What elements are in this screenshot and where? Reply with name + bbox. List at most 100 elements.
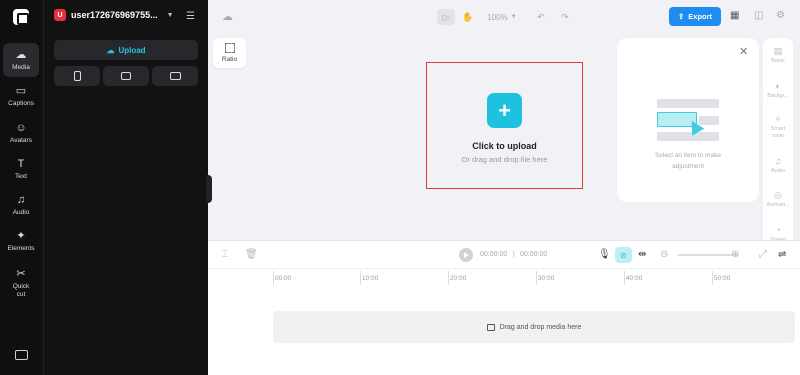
ratio-button[interactable]: Ratio [213,38,246,68]
speed-icon: ◔ [775,225,781,235]
split-icon[interactable]: ⌶ [222,249,228,260]
chevron-down-icon: ▼ [510,14,517,20]
sidebar-item-elements[interactable]: ✦ Elements [3,224,39,258]
app-logo-icon [13,9,29,25]
undo-icon[interactable]: ↶ [534,9,548,25]
tab-label: Backgr... [767,93,789,99]
ratio-icon [224,43,235,53]
video-camera-icon [121,72,131,80]
export-button[interactable]: ⇪ Export [669,7,721,26]
scissors-icon: ✂ [16,267,26,280]
hand-tool-icon[interactable]: ✋ [460,9,476,25]
record-video-button[interactable] [103,66,149,86]
ruler-label: 50:00 [714,275,731,282]
sidebar-item-quick-cut[interactable]: ✂ Quick cut [3,263,39,303]
zoom-dropdown[interactable]: 100% ▼ [484,9,520,25]
top-toolbar: ☁ ▷ ✋ 100% ▼ ↶ ↷ ⇪ Export ▦ ◫ ⚙ [208,0,800,33]
music-note-icon: ♫ [16,193,26,206]
ruler-tick [712,271,713,285]
music-note-icon: ♫ [774,156,782,166]
phone-icon [73,71,81,81]
sidebar-item-label: Avatars [10,136,32,144]
upload-title: Click to upload [472,141,537,151]
account-switcher[interactable]: U user172676969755... ▼ [54,9,174,21]
screen-record-button[interactable] [152,66,198,86]
avatar: U [54,9,66,21]
timeline-zoom-slider[interactable] [678,254,738,256]
sidebar-item-label: Media [12,63,30,71]
phone-upload-button[interactable] [54,66,100,86]
ruler-label: 00:00 [275,275,292,282]
sidebar-item-audio[interactable]: ♫ Audio [3,188,39,222]
zoom-in-icon[interactable]: ⊕ [731,249,739,260]
chevron-down-icon: ▼ [166,11,174,19]
ruler-label: 10:00 [362,275,379,282]
drop-label: Drag and drop media here [499,323,582,331]
current-time: 00:00:00 [480,251,508,258]
delete-icon[interactable]: 🗑 [245,249,258,260]
upload-icon: ⇪ [677,12,685,21]
properties-tabs: ▤ Basic ◐ Backgr... ✧ Smart tools ♫ Audi… [763,38,793,250]
avatar-icon: ☺ [15,121,27,134]
sidebar-item-label: Audio [12,208,30,216]
media-drop-track[interactable]: Drag and drop media here [273,311,795,343]
play-button[interactable] [459,248,473,262]
fit-icon[interactable]: ⤢ [759,249,767,260]
tab-label: Smart tools [770,126,786,139]
more-options-icon[interactable]: ⇌ [778,249,786,260]
timeline: ⌶ 🗑 00:00:00 | 00:00:00 🎙 ⊙ ⇹ ⊖ ⊕ ⤢ ⇌ 00… [208,240,800,375]
keyboard-shortcuts-icon[interactable] [15,350,28,360]
tab-background[interactable]: ◐ Backgr... [763,81,793,100]
screen-record-icon [169,72,181,80]
ruler-label: 40:00 [626,275,643,282]
ruler-tick [360,271,361,285]
sidebar-item-captions[interactable]: ▭ Captions [3,79,39,113]
background-icon: ◐ [775,81,781,91]
microphone-icon[interactable]: 🎙 [598,249,611,260]
sidebar-item-media[interactable]: ☁ Media [3,43,39,77]
ruler-tick [624,271,625,285]
left-nav-rail: ☁ Media ▭ Captions ☺ Avatars T Text ♫ Au… [0,0,44,375]
upload-subtitle: Or drag and drop file here [461,155,548,164]
animation-icon: ◎ [774,190,782,200]
upload-button[interactable]: ☁ Upload [54,40,198,60]
tab-basic[interactable]: ▤ Basic [763,46,793,65]
stack-layers-icon[interactable]: ▦ [730,10,739,21]
sidebar-item-label: Quick cut [12,282,30,298]
properties-placeholder: Select an item to make adjustment [654,152,722,170]
time-separator: | [513,251,515,258]
total-time: 00:00:00 [520,251,548,258]
ruler-label: 30:00 [538,275,555,282]
close-icon[interactable]: ✕ [739,45,748,58]
layout-icon[interactable]: ◫ [754,10,763,21]
text-icon: T [17,157,25,170]
split-track-icon[interactable]: ⇹ [638,249,646,260]
auto-snap-icon[interactable]: ⊙ [615,247,632,263]
tab-smart-tools[interactable]: ✧ Smart tools [763,114,793,140]
ruler-tick [536,271,537,285]
panel-collapse-handle[interactable] [206,175,212,203]
username: user172676969755... [71,10,158,20]
elements-icon: ✦ [16,229,26,242]
zoom-out-icon[interactable]: ⊖ [660,249,668,260]
tab-label: Animati... [766,202,790,208]
select-tool-icon[interactable]: ▷ [437,9,455,25]
ratio-label: Ratio [221,56,238,63]
ruler-label: 20:00 [450,275,467,282]
plus-icon[interactable]: + [487,93,522,128]
sidebar-item-label: Elements [7,244,35,252]
tab-animation[interactable]: ◎ Animati... [763,190,793,209]
ruler-tick [448,271,449,285]
canvas-upload-dropzone[interactable]: + Click to upload Or drag and drop file … [426,62,583,189]
timeline-toolbar: ⌶ 🗑 00:00:00 | 00:00:00 🎙 ⊙ ⇹ ⊖ ⊕ ⤢ ⇌ [208,241,800,269]
magic-wand-icon: ✧ [774,114,782,124]
sort-menu-icon[interactable]: ☰ [186,11,195,22]
sidebar-item-avatars[interactable]: ☺ Avatars [3,116,39,150]
film-icon [486,323,495,331]
tab-audio[interactable]: ♫ Audio [763,156,793,175]
sidebar-item-label: Captions [8,99,34,107]
zoom-value: 100% [487,12,508,22]
redo-icon[interactable]: ↷ [558,9,572,25]
sidebar-item-text[interactable]: T Text [3,152,39,186]
gear-icon[interactable]: ⚙ [776,10,785,21]
